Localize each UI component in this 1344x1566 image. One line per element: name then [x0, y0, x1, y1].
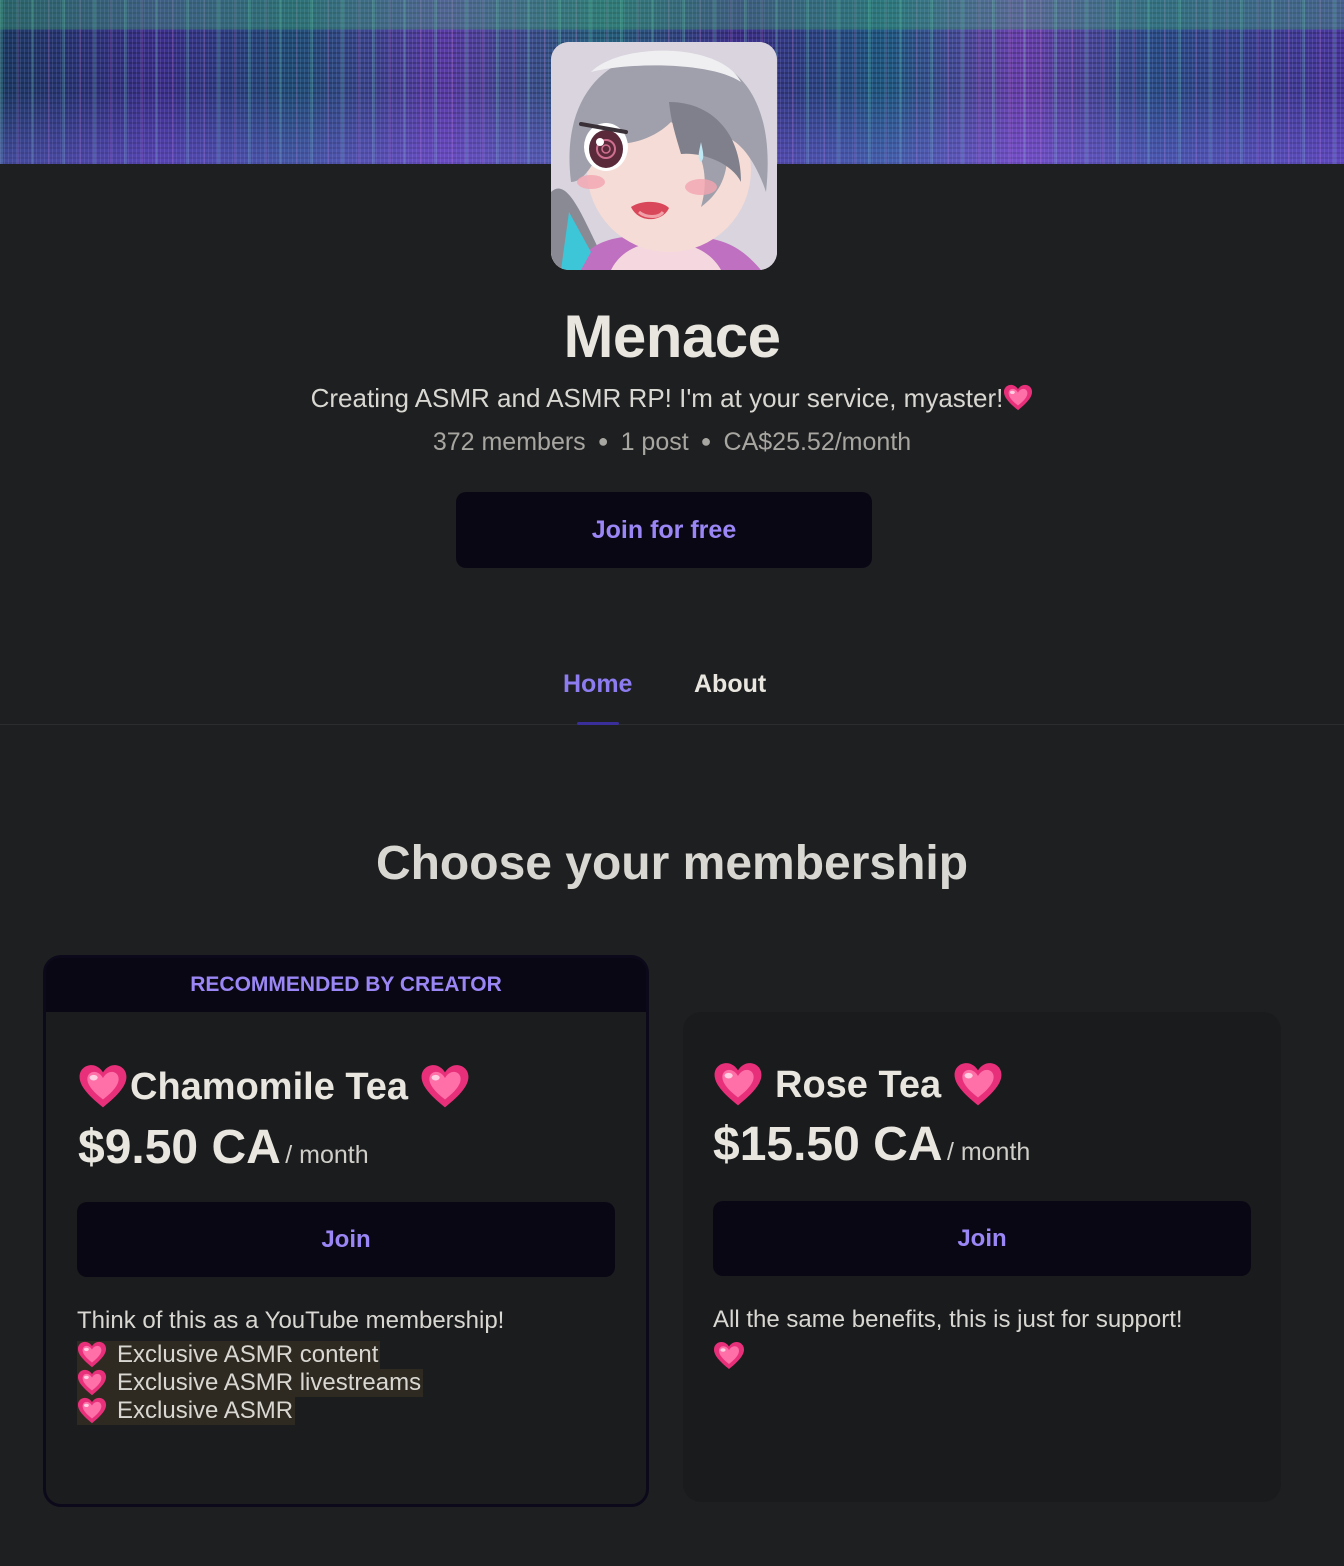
price-period: / month [285, 1141, 369, 1169]
tier-name: Rose Tea [713, 1060, 1003, 1110]
membership-section-title: Choose your membership [375, 837, 969, 890]
price-amount: $15.50 CA [713, 1118, 943, 1171]
tier-card-chamomile-tea: RECOMMENDED BY CREATOR Chamomile Tea $9.… [43, 955, 649, 1507]
sparkling-heart-icon [77, 1396, 107, 1426]
benefit-text: Exclusive ASMR [117, 1397, 294, 1424]
creator-stats: 372 members ● 1 post ● CA$25.52/month [0, 428, 1344, 457]
join-tier-button[interactable]: Join [713, 1201, 1251, 1276]
creator-tagline: Creating ASMR and ASMR RP! I'm at your s… [0, 383, 1344, 414]
profile-tabs: Home About [0, 670, 1344, 725]
sparkling-heart-icon [713, 1060, 763, 1110]
tier-card-rose-tea: Rose Tea $15.50 CA / month Join All the … [683, 1012, 1281, 1502]
tier-name: Chamomile Tea [78, 1062, 470, 1112]
sparkling-heart-icon [77, 1368, 107, 1398]
monthly-earnings: CA$25.52/month [723, 428, 912, 456]
tab-about[interactable]: About [694, 670, 766, 725]
creator-avatar [551, 42, 777, 270]
sparkling-heart-icon [78, 1062, 128, 1112]
separator-dot: ● [597, 431, 609, 451]
active-tab-indicator [577, 722, 619, 725]
sparkling-heart-icon [953, 1060, 1003, 1110]
tier-price: $15.50 CA / month [713, 1117, 1030, 1172]
members-count: 372 members [432, 428, 586, 456]
tier-description: Think of this as a YouTube membership! E… [77, 1301, 617, 1425]
creator-name: Menace [563, 303, 781, 370]
separator-dot: ● [700, 431, 712, 451]
tier-name-text: Rose Tea [775, 1063, 942, 1106]
recommended-badge: RECOMMENDED BY CREATOR [46, 958, 646, 1012]
price-period: / month [946, 1138, 1031, 1166]
join-for-free-button[interactable]: Join for free [456, 492, 872, 568]
sparkling-heart-icon [1003, 383, 1033, 413]
sparkling-heart-icon [420, 1062, 470, 1112]
posts-count: 1 post [620, 428, 689, 456]
tier-name-text: Chamomile Tea [130, 1065, 409, 1108]
join-tier-button[interactable]: Join [77, 1202, 615, 1277]
price-amount: $9.50 CA [78, 1121, 281, 1174]
tagline-text: Creating ASMR and ASMR RP! I'm at your s… [310, 383, 1004, 413]
description-text: All the same benefits, this is just for … [713, 1306, 1183, 1333]
sparkling-heart-icon [713, 1340, 745, 1372]
sparkling-heart-icon [77, 1340, 107, 1370]
tab-home[interactable]: Home [563, 670, 632, 725]
tier-description: All the same benefits, this is just for … [713, 1300, 1258, 1385]
tier-price: $9.50 CA / month [78, 1120, 369, 1175]
